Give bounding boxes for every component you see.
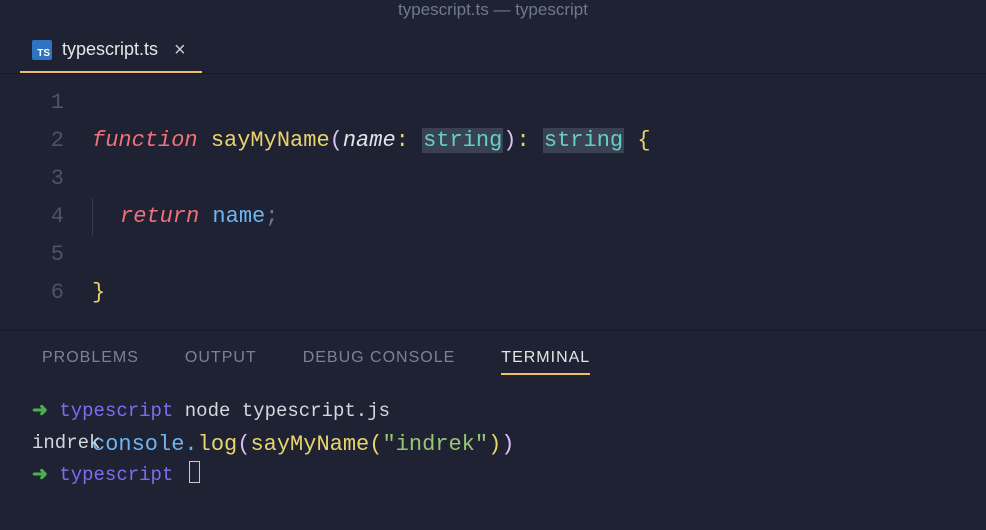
code-line: return name; <box>92 198 651 236</box>
line-number: 3 <box>0 160 64 198</box>
prompt-dir: typescript <box>59 464 173 486</box>
prompt-arrow-icon: ➜ <box>32 400 48 422</box>
line-number: 5 <box>0 236 64 274</box>
code-line: } <box>92 274 651 312</box>
tab-problems[interactable]: PROBLEMS <box>42 349 139 375</box>
line-number: 4 <box>0 198 64 236</box>
code-line: function sayMyName(name: string): string… <box>92 122 651 160</box>
tab-terminal[interactable]: TERMINAL <box>501 349 590 375</box>
line-number: 6 <box>0 274 64 312</box>
code-line <box>92 502 651 530</box>
tab-filename: typescript.ts <box>62 39 158 60</box>
tab-typescript-ts[interactable]: TS typescript.ts × <box>20 28 202 73</box>
window-titlebar: typescript.ts — typescript <box>0 0 986 28</box>
terminal-cursor <box>189 461 200 483</box>
line-number: 1 <box>0 84 64 122</box>
window-title: typescript.ts — typescript <box>398 0 588 20</box>
terminal-stdout: indrek <box>32 432 100 454</box>
prompt-arrow-icon: ➜ <box>32 464 48 486</box>
code-editor[interactable]: 1 2 3 4 5 6 function sayMyName(name: str… <box>0 74 986 330</box>
terminal-command: node typescript.js <box>185 400 390 422</box>
tab-debug-console[interactable]: DEBUG CONSOLE <box>303 349 456 375</box>
line-number: 2 <box>0 122 64 160</box>
close-icon[interactable]: × <box>174 40 186 60</box>
typescript-file-icon: TS <box>32 40 52 60</box>
line-number-gutter: 1 2 3 4 5 6 <box>0 84 92 330</box>
editor-tab-bar: TS typescript.ts × <box>0 28 986 74</box>
prompt-dir: typescript <box>59 400 173 422</box>
code-content[interactable]: function sayMyName(name: string): string… <box>92 84 651 330</box>
tab-output[interactable]: OUTPUT <box>185 349 257 375</box>
